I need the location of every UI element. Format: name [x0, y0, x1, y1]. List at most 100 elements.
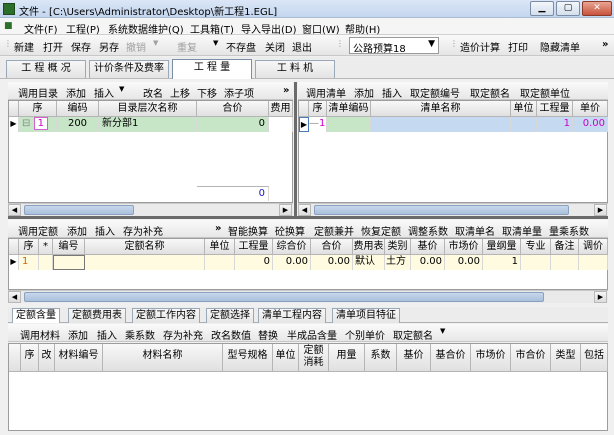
toolbar-overflow-icon[interactable]: » [215, 223, 221, 234]
exit-button[interactable]: 退出 [292, 39, 312, 54]
hide-bill-button[interactable]: 隐藏清单 [540, 39, 580, 54]
scroll-thumb[interactable] [314, 205, 569, 215]
adjust-coefficient-button[interactable]: 调整系数 [408, 223, 448, 238]
row-fee-table[interactable]: 默认 [353, 255, 385, 270]
quota-hscrollbar[interactable]: ◀ ▶ [8, 290, 608, 303]
redo-dropdown-icon[interactable]: ▼ [213, 39, 218, 47]
multiply-coefficient-button[interactable]: 乘系数 [125, 327, 155, 342]
get-quota-name-button[interactable]: 取定额名 [393, 327, 433, 342]
chevron-down-icon[interactable]: ▼ [440, 327, 445, 335]
tab-project-overview[interactable]: 工 程 概 况 [6, 60, 86, 78]
replace-button[interactable]: 替换 [258, 327, 278, 342]
semi-product-content-button[interactable]: 半成品含量 [287, 327, 337, 342]
close-doc-button[interactable]: 关闭 [265, 39, 285, 54]
undo-button[interactable]: 撤销 [126, 39, 146, 54]
row-adjust-price[interactable] [579, 255, 608, 270]
new-button[interactable]: 新建 [14, 39, 34, 54]
tab-quota-work-content[interactable]: 定额工作内容 [132, 308, 200, 323]
quota-merge-button[interactable]: 定额兼并 [314, 223, 354, 238]
row-composite-price[interactable]: 0.00 [273, 255, 311, 270]
add-button[interactable]: 添加 [66, 85, 86, 100]
scroll-right-icon[interactable]: ▶ [594, 204, 607, 216]
print-button[interactable]: 打印 [508, 39, 528, 54]
tab-quota-selection[interactable]: 定额选择 [206, 308, 254, 323]
rename-button[interactable]: 改名 [143, 85, 163, 100]
row-market-price[interactable]: 0.00 [445, 255, 483, 270]
scroll-left-icon[interactable]: ◀ [8, 291, 21, 303]
close-button[interactable]: ✕ [582, 1, 612, 16]
rename-value-button[interactable]: 改名数值 [211, 327, 251, 342]
vertical-splitter[interactable] [294, 82, 297, 216]
call-directory-button[interactable]: 调用目录 [18, 85, 58, 100]
save-as-button[interactable]: 另存 [99, 39, 119, 54]
insert-button[interactable]: 插入 [382, 85, 402, 100]
smart-convert-button[interactable]: 智能换算 [228, 223, 268, 238]
add-button[interactable]: 添加 [68, 327, 88, 342]
scroll-right-icon[interactable]: ▶ [594, 291, 607, 303]
redo-button[interactable]: 重复 [177, 39, 197, 54]
add-button[interactable]: 添加 [354, 85, 374, 100]
menu-toolbox[interactable]: 工具箱(T) [190, 21, 234, 36]
save-supplement-button[interactable]: 存为补充 [163, 327, 203, 342]
tab-bill-work-content[interactable]: 清单工程内容 [258, 308, 326, 323]
row-base-price[interactable]: 0.00 [411, 255, 445, 270]
tab-labor-material-machine[interactable]: 工 料 机 [255, 60, 335, 78]
add-button[interactable]: 添加 [67, 223, 87, 238]
scroll-right-icon[interactable]: ▶ [279, 204, 292, 216]
scroll-left-icon[interactable]: ◀ [8, 204, 21, 216]
calculate-cost-button[interactable]: 造价计算 [460, 39, 500, 54]
tree-expand-icon[interactable]: ⊟ [22, 118, 30, 129]
row-quantity[interactable]: 0 [235, 255, 273, 270]
row-star[interactable] [39, 255, 53, 270]
open-button[interactable]: 打开 [43, 39, 63, 54]
save-supplement-button[interactable]: 存为补充 [123, 223, 163, 238]
row-code[interactable]: 200 [57, 117, 99, 132]
row-specialty[interactable] [521, 255, 551, 270]
row-total[interactable]: 0 [197, 117, 269, 132]
insert-button[interactable]: 插入 [94, 85, 114, 100]
call-quota-button[interactable]: 调用定额 [18, 223, 58, 238]
insert-dropdown-icon[interactable]: ▼ [119, 85, 124, 93]
tab-quota-fee-table[interactable]: 定额费用表 [68, 308, 126, 323]
row-total[interactable]: 0.00 [311, 255, 353, 270]
add-child-button[interactable]: 添子项 [224, 85, 254, 100]
scroll-thumb[interactable] [24, 292, 544, 302]
qty-multiply-button[interactable]: 量乘系数 [549, 223, 589, 238]
get-quota-name-button[interactable]: 取定额名 [470, 85, 510, 100]
menu-file[interactable]: 文件(F) [24, 21, 58, 36]
tab-pricing-conditions[interactable]: 计价条件及费率 [89, 60, 169, 78]
save-button[interactable]: 保存 [71, 39, 91, 54]
move-up-button[interactable]: 上移 [170, 85, 190, 100]
row-fee[interactable] [269, 117, 293, 132]
row-seq[interactable]: 1 [19, 255, 39, 270]
insert-button[interactable]: 插入 [95, 223, 115, 238]
call-bill-button[interactable]: 调用清单 [306, 85, 346, 100]
row-category[interactable]: 土方 [385, 255, 411, 270]
tab-quantities[interactable]: 工 程 量 [172, 59, 252, 79]
get-bill-qty-button[interactable]: 取清单量 [502, 223, 542, 238]
tab-quota-content[interactable]: 定额含量 [12, 308, 60, 323]
directory-hscrollbar[interactable]: ◀ ▶ [8, 203, 293, 216]
row-unit[interactable] [511, 117, 537, 132]
row-unit-price[interactable]: 0.00 [573, 117, 608, 132]
move-down-button[interactable]: 下移 [197, 85, 217, 100]
row-code[interactable] [53, 255, 85, 270]
restore-quota-button[interactable]: 恢复定额 [361, 223, 401, 238]
minimize-button[interactable]: ▁ [530, 1, 554, 16]
row-quantity[interactable]: 1 [537, 117, 573, 132]
call-material-button[interactable]: 调用材料 [20, 327, 60, 342]
menu-import-export[interactable]: 导入导出(D) [241, 21, 297, 36]
app-menu-icon[interactable]: ■ [4, 21, 13, 31]
menu-data-maintenance[interactable]: 系统数据维护(Q) [108, 21, 184, 36]
row-bill-code[interactable] [327, 117, 371, 132]
undo-dropdown-icon[interactable]: ▼ [153, 39, 158, 47]
scroll-thumb[interactable] [24, 205, 134, 215]
row-bill-name[interactable] [371, 117, 511, 132]
get-quota-unit-button[interactable]: 取定额单位 [520, 85, 570, 100]
discard-button[interactable]: 不存盘 [226, 39, 256, 54]
tab-bill-item-features[interactable]: 清单项目特征 [332, 308, 400, 323]
get-bill-name-button[interactable]: 取清单名 [455, 223, 495, 238]
individual-price-button[interactable]: 个别单价 [345, 327, 385, 342]
get-quota-code-button[interactable]: 取定额编号 [410, 85, 460, 100]
row-seq-cell[interactable]: ⊟ 1 [19, 117, 57, 132]
